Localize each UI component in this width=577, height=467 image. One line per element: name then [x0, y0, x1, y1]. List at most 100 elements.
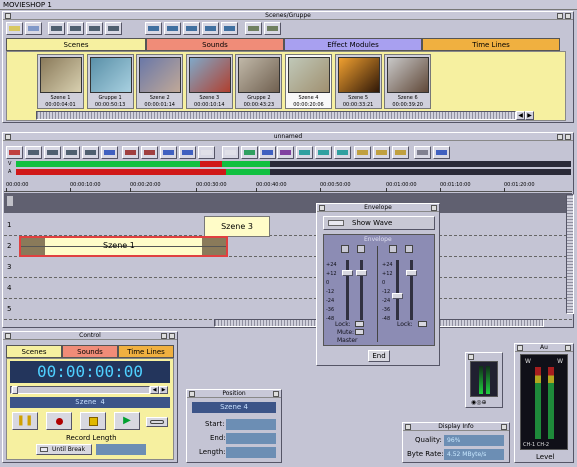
close-icon[interactable]: [468, 354, 474, 360]
tab-sounds[interactable]: Sounds: [146, 38, 284, 51]
timeline-toolbar-group3-icon[interactable]: [277, 146, 294, 159]
timeline-toolbar-group-icon[interactable]: [241, 146, 258, 159]
fader-knob-4[interactable]: [406, 270, 417, 276]
zoom-icon[interactable]: [557, 13, 563, 19]
timeline-toolbar-film-icon[interactable]: [25, 146, 42, 159]
control-tab-scenes[interactable]: Scenes: [6, 345, 62, 358]
clip-szene3[interactable]: Szene 3: [204, 216, 270, 237]
play-button[interactable]: ▶: [114, 412, 140, 430]
fader-track-2[interactable]: [360, 260, 363, 320]
envelope-window-titlebar[interactable]: Envelope: [317, 204, 439, 212]
depth-icon[interactable]: [565, 13, 571, 19]
close-icon[interactable]: [405, 424, 411, 430]
scene-thumbnail[interactable]: Szene 6 00:00:39:20: [384, 54, 432, 109]
timeline-toolbar-view2-icon[interactable]: [433, 146, 450, 159]
channel-btn-3[interactable]: [389, 245, 397, 253]
display-info-titlebar[interactable]: Display Info: [403, 423, 509, 431]
show-wave-button[interactable]: Show Wave: [323, 216, 435, 230]
scene-thumbnail[interactable]: Szene 1 00:00:04:01: [37, 54, 84, 109]
until-break-button[interactable]: Until Break: [36, 444, 92, 455]
scenes-scrollbar[interactable]: [36, 111, 516, 120]
track-row[interactable]: 1: [4, 215, 572, 236]
lock-toggle-right[interactable]: [418, 321, 427, 327]
close-icon[interactable]: [5, 333, 11, 339]
close-icon[interactable]: [319, 205, 325, 211]
lock-toggle-left[interactable]: [355, 321, 364, 327]
fader-knob-1[interactable]: [342, 270, 353, 276]
mute-toggle[interactable]: [355, 329, 364, 335]
timeline-toolbar-split-icon[interactable]: [160, 146, 177, 159]
zoom-icon[interactable]: [557, 134, 563, 140]
track-row[interactable]: 4: [4, 278, 572, 299]
depth-icon[interactable]: [501, 424, 507, 430]
depth-icon[interactable]: [431, 205, 437, 211]
timeline-toolbar-track2-icon[interactable]: [315, 146, 332, 159]
fader-track-3[interactable]: [396, 260, 399, 320]
track-row[interactable]: 3: [4, 257, 572, 278]
toolbar-group2-icon[interactable]: [164, 22, 181, 35]
timeline-toolbar-align3-icon[interactable]: [392, 146, 409, 159]
timeline-toolbar-film-icon[interactable]: [44, 146, 61, 159]
scroll-right-icon[interactable]: ▶: [525, 111, 534, 120]
depth-icon[interactable]: [169, 333, 175, 339]
length-field[interactable]: [226, 447, 276, 458]
toolbar-group4-icon[interactable]: [202, 22, 219, 35]
record-button[interactable]: [46, 412, 72, 430]
timeline-toolbar-film-icon[interactable]: [82, 146, 99, 159]
depth-icon[interactable]: [273, 391, 279, 397]
timeline-toolbar-film-icon[interactable]: [63, 146, 80, 159]
timeline-vscrollbar[interactable]: [566, 194, 574, 314]
stop-button[interactable]: [80, 412, 106, 430]
position-slider[interactable]: [10, 386, 150, 394]
channel-btn-2[interactable]: [357, 245, 365, 253]
timeline-toolbar-arrow-icon[interactable]: [179, 146, 196, 159]
tab-time-lines[interactable]: Time Lines: [422, 38, 560, 51]
control-tab-sounds[interactable]: Sounds: [62, 345, 118, 358]
scene-thumbnail[interactable]: Szene 3 00:00:10:14: [185, 54, 233, 109]
toolbar-group5-icon[interactable]: [221, 22, 238, 35]
depth-icon[interactable]: [565, 345, 571, 351]
toolbar-film-icon[interactable]: [48, 22, 65, 35]
toolbar-grid-icon[interactable]: [245, 22, 262, 35]
channel-btn-4[interactable]: [405, 245, 413, 253]
position-window-titlebar[interactable]: Position: [187, 390, 281, 398]
toolbar-film2-icon[interactable]: [67, 22, 84, 35]
toolbar-film4-icon[interactable]: [105, 22, 122, 35]
record-length-field[interactable]: [96, 444, 146, 455]
timeline-toolbar-scissors-icon[interactable]: [122, 146, 139, 159]
close-icon[interactable]: [189, 391, 195, 397]
mini-meter-icons[interactable]: ◉◎⊕: [471, 399, 487, 406]
track-row[interactable]: 5: [4, 299, 572, 320]
start-field[interactable]: [226, 419, 276, 430]
toolbar-grid2-icon[interactable]: [264, 22, 281, 35]
close-icon[interactable]: [517, 345, 523, 351]
scene-thumbnail[interactable]: Gruppe 1 00:00:50:13: [86, 54, 134, 109]
timeline-toolbar-insert-icon[interactable]: [141, 146, 158, 159]
toolbar-film3-icon[interactable]: [86, 22, 103, 35]
timeline-toolbar-track3-icon[interactable]: [334, 146, 351, 159]
timeline-toolbar-cut-icon[interactable]: [101, 146, 118, 159]
tab-scenes[interactable]: Scenes: [6, 38, 146, 51]
toolbar-ab2-icon[interactable]: [25, 22, 42, 35]
timeline-toolbar-align-icon[interactable]: [354, 146, 371, 159]
tab-effect-modules[interactable]: Effect Modules: [284, 38, 422, 51]
slider-left-icon[interactable]: ◀: [150, 386, 159, 394]
toolbar-group3-icon[interactable]: [183, 22, 200, 35]
timeline-toolbar-blank-icon[interactable]: [222, 146, 239, 159]
scene-thumbnail[interactable]: Szene 4 00:00:20:06: [285, 54, 332, 109]
control-window-titlebar[interactable]: Control: [3, 332, 177, 340]
scroll-left-icon[interactable]: ◀: [516, 111, 525, 120]
toolbar-group-icon[interactable]: [145, 22, 162, 35]
timeline-window-titlebar[interactable]: unnamed: [3, 133, 573, 141]
timeline-toolbar-blank-icon[interactable]: [198, 146, 215, 159]
scene-thumbnail[interactable]: Gruppe 2 00:00:43:23: [235, 54, 283, 109]
fader-knob-3[interactable]: [392, 293, 403, 299]
fader-track-1[interactable]: [346, 260, 349, 320]
clip-szene1[interactable]: Szene 1: [19, 236, 228, 257]
close-icon[interactable]: [5, 134, 11, 140]
scene-thumbnail[interactable]: Szene 5 00:00:33:21: [334, 54, 382, 109]
timeline-toolbar-group2-icon[interactable]: [259, 146, 276, 159]
channel-btn-1[interactable]: [341, 245, 349, 253]
pause-button[interactable]: ❚❚: [12, 412, 38, 430]
scene-thumbnail[interactable]: Szene 2 00:00:01:14: [136, 54, 184, 109]
